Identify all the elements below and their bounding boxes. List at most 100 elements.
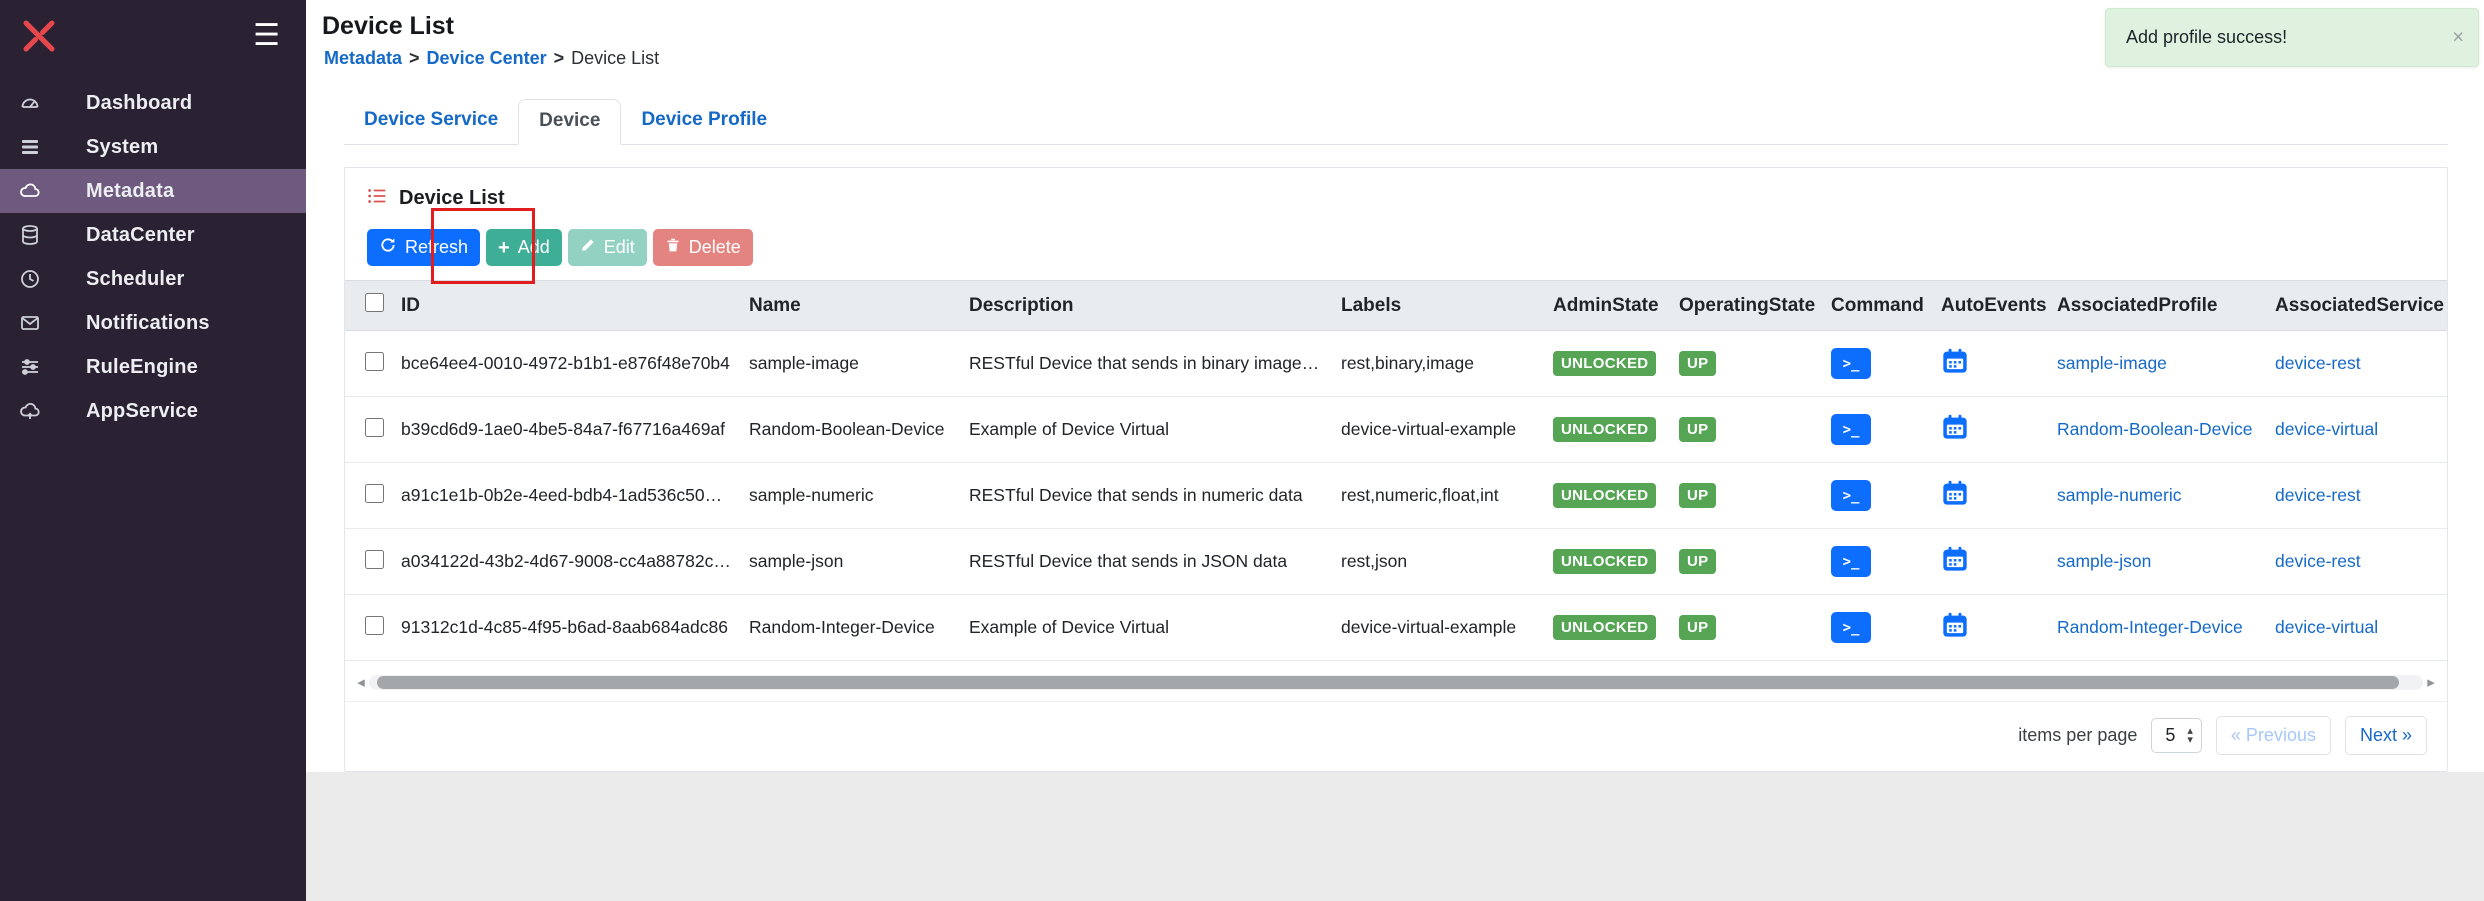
device-row: 91312c1d-4c85-4f95-b6ad-8aab684adc86 Ran… bbox=[345, 595, 2447, 661]
sidebar-item-label: Dashboard bbox=[86, 92, 192, 115]
command-terminal-icon[interactable]: >_ bbox=[1831, 480, 1871, 511]
device-name: sample-image bbox=[739, 331, 959, 397]
page-size-select[interactable]: 5 ▴ ▾ bbox=[2151, 718, 2202, 753]
device-id: 91312c1d-4c85-4f95-b6ad-8aab684adc86 bbox=[391, 595, 739, 661]
delete-button[interactable]: Delete bbox=[653, 229, 753, 266]
sidebar-header: ☰ bbox=[0, 0, 306, 71]
admin-state-badge: UNLOCKED bbox=[1553, 549, 1656, 574]
content: Device Service Device Device Profile bbox=[306, 69, 2484, 772]
edit-button[interactable]: Edit bbox=[568, 229, 647, 266]
scroll-right-icon[interactable]: ▸ bbox=[2423, 673, 2439, 691]
device-description: RESTful Device that sends in JSON data bbox=[959, 529, 1331, 595]
database-icon bbox=[18, 223, 42, 247]
operating-state-badge: UP bbox=[1679, 615, 1716, 640]
next-page-button[interactable]: Next » bbox=[2345, 716, 2427, 755]
row-select-checkbox[interactable] bbox=[365, 418, 384, 437]
associated-service-link[interactable]: device-rest bbox=[2275, 485, 2361, 505]
command-terminal-icon[interactable]: >_ bbox=[1831, 546, 1871, 577]
system-icon bbox=[18, 135, 42, 159]
scrollbar-thumb[interactable] bbox=[377, 676, 2399, 689]
auto-events-calendar-icon[interactable] bbox=[1941, 413, 1969, 441]
admin-state-badge: UNLOCKED bbox=[1553, 417, 1656, 442]
device-id: a034122d-43b2-4d67-9008-cc4a88782cbd bbox=[391, 529, 739, 595]
column-header-associated-service: AssociatedService bbox=[2265, 281, 2447, 331]
auto-events-calendar-icon[interactable] bbox=[1941, 479, 1969, 507]
device-row: bce64ee4-0010-4972-b1b1-e876f48e70b4 sam… bbox=[345, 331, 2447, 397]
terminal-glyph: >_ bbox=[1843, 554, 1860, 570]
tab-device-profile[interactable]: Device Profile bbox=[621, 99, 787, 144]
tab-device[interactable]: Device bbox=[518, 99, 621, 145]
toolbar: Refresh + Add Edit bbox=[367, 229, 2425, 266]
admin-state-badge: UNLOCKED bbox=[1553, 483, 1656, 508]
sidebar-item-datacenter[interactable]: DataCenter bbox=[0, 213, 306, 257]
refresh-icon bbox=[379, 236, 397, 259]
scroll-left-icon[interactable]: ◂ bbox=[353, 673, 369, 691]
column-header-auto-events: AutoEvents bbox=[1931, 281, 2047, 331]
sidebar-item-label: DataCenter bbox=[86, 224, 195, 247]
row-select-checkbox[interactable] bbox=[365, 550, 384, 569]
terminal-glyph: >_ bbox=[1843, 356, 1860, 372]
sidebar-item-dashboard[interactable]: Dashboard bbox=[0, 81, 306, 125]
sidebar-item-ruleengine[interactable]: RuleEngine bbox=[0, 345, 306, 389]
select-all-checkbox[interactable] bbox=[365, 293, 384, 312]
column-header-id: ID bbox=[391, 281, 739, 331]
operating-state-badge: UP bbox=[1679, 351, 1716, 376]
device-row: b39cd6d9-1ae0-4be5-84a7-f67716a469af Ran… bbox=[345, 397, 2447, 463]
app-root: ☰ Dashboard System bbox=[0, 0, 2484, 901]
row-select-checkbox[interactable] bbox=[365, 484, 384, 503]
sidebar-item-system[interactable]: System bbox=[0, 125, 306, 169]
auto-events-calendar-icon[interactable] bbox=[1941, 347, 1969, 375]
associated-profile-link[interactable]: Random-Boolean-Device bbox=[2057, 419, 2253, 439]
device-description: Example of Device Virtual bbox=[959, 595, 1331, 661]
row-select-checkbox[interactable] bbox=[365, 616, 384, 635]
associated-service-link[interactable]: device-rest bbox=[2275, 353, 2361, 373]
command-terminal-icon[interactable]: >_ bbox=[1831, 414, 1871, 445]
pagination-bar: items per page 5 ▴ ▾ « Previous Next » bbox=[345, 701, 2447, 771]
spinner-arrows-icon: ▴ ▾ bbox=[2187, 727, 2193, 745]
associated-profile-link[interactable]: sample-image bbox=[2057, 353, 2167, 373]
auto-events-calendar-icon[interactable] bbox=[1941, 545, 1969, 573]
associated-service-link[interactable]: device-virtual bbox=[2275, 617, 2378, 637]
device-row: a91c1e1b-0b2e-4eed-bdb4-1ad536c5065a sam… bbox=[345, 463, 2447, 529]
sidebar-item-notifications[interactable]: Notifications bbox=[0, 301, 306, 345]
sidebar-item-metadata[interactable]: Metadata bbox=[0, 169, 306, 213]
device-labels: rest,json bbox=[1331, 529, 1543, 595]
associated-service-link[interactable]: device-rest bbox=[2275, 551, 2361, 571]
breadcrumb-metadata-link[interactable]: Metadata bbox=[324, 48, 402, 68]
toast-close-icon[interactable]: × bbox=[2452, 26, 2464, 49]
column-header-associated-profile: AssociatedProfile bbox=[2047, 281, 2265, 331]
menu-toggle-button[interactable]: ☰ bbox=[253, 21, 280, 51]
refresh-button[interactable]: Refresh bbox=[367, 229, 480, 266]
row-select-checkbox[interactable] bbox=[365, 352, 384, 371]
envelope-icon bbox=[18, 311, 42, 335]
add-button-label: Add bbox=[518, 237, 550, 258]
associated-profile-link[interactable]: Random-Integer-Device bbox=[2057, 617, 2243, 637]
breadcrumb-device-center-link[interactable]: Device Center bbox=[427, 48, 547, 68]
add-button[interactable]: + Add bbox=[486, 229, 562, 266]
associated-service-link[interactable]: device-virtual bbox=[2275, 419, 2378, 439]
sidebar-item-scheduler[interactable]: Scheduler bbox=[0, 257, 306, 301]
breadcrumb-separator: > bbox=[554, 48, 565, 68]
device-description: RESTful Device that sends in numeric dat… bbox=[959, 463, 1331, 529]
sidebar-item-appservice[interactable]: AppService bbox=[0, 389, 306, 433]
trash-icon bbox=[665, 237, 681, 258]
terminal-glyph: >_ bbox=[1843, 488, 1860, 504]
column-header-admin-state: AdminState bbox=[1543, 281, 1669, 331]
auto-events-calendar-icon[interactable] bbox=[1941, 611, 1969, 639]
edit-button-label: Edit bbox=[604, 237, 635, 258]
operating-state-badge: UP bbox=[1679, 483, 1716, 508]
admin-state-badge: UNLOCKED bbox=[1553, 351, 1656, 376]
tab-device-service[interactable]: Device Service bbox=[344, 99, 518, 144]
associated-profile-link[interactable]: sample-numeric bbox=[2057, 485, 2181, 505]
device-id: a91c1e1b-0b2e-4eed-bdb4-1ad536c5065a bbox=[391, 463, 739, 529]
metadata-icon bbox=[18, 179, 42, 203]
horizontal-scrollbar: ◂ ▸ bbox=[353, 673, 2439, 691]
previous-page-button[interactable]: « Previous bbox=[2216, 716, 2331, 755]
associated-profile-link[interactable]: sample-json bbox=[2057, 551, 2151, 571]
list-icon bbox=[367, 186, 387, 211]
scrollbar-track[interactable] bbox=[369, 675, 2423, 690]
terminal-glyph: >_ bbox=[1843, 620, 1860, 636]
command-terminal-icon[interactable]: >_ bbox=[1831, 348, 1871, 379]
sidebar: ☰ Dashboard System bbox=[0, 0, 306, 901]
command-terminal-icon[interactable]: >_ bbox=[1831, 612, 1871, 643]
